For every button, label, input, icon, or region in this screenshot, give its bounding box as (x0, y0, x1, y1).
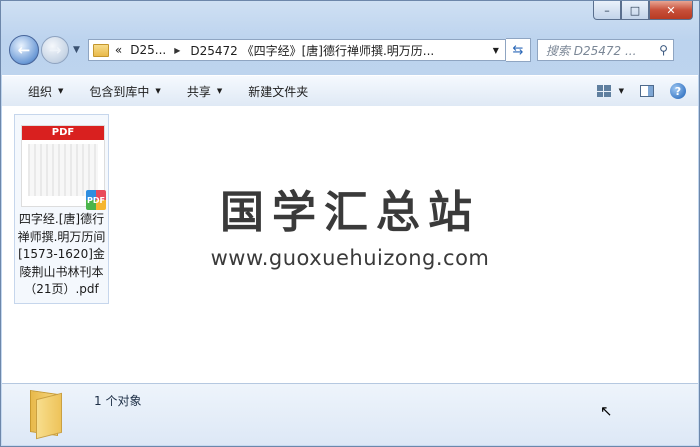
close-button[interactable]: ✕ (649, 1, 693, 20)
chevron-down-icon[interactable]: ▼ (619, 87, 624, 95)
navigation-bar: ← → ▼ « D25... ▶ D25472 《四字经》[唐]德行禅师撰.明万… (9, 35, 691, 65)
address-bar[interactable]: « D25... ▶ D25472 《四字经》[唐]德行禅师撰.明万历... ▼ (87, 39, 506, 61)
search-icon[interactable]: ⚲ (659, 43, 668, 57)
command-bar: 组织 ▼ 包含到库中 ▼ 共享 ▼ 新建文件夹 ▼ ? (2, 75, 698, 107)
breadcrumb-prefix[interactable]: « (115, 43, 122, 57)
minimize-button[interactable]: – (593, 1, 621, 20)
help-icon[interactable]: ? (670, 83, 686, 99)
watermark: 国学汇总站 www.guoxuehuizong.com (2, 176, 698, 270)
mouse-cursor-icon: ↖ (600, 402, 613, 420)
include-in-library-button[interactable]: 包含到库中 ▼ (89, 83, 160, 100)
explorer-window: – □ ✕ ← → ▼ « D25... ▶ D25472 《四字经》[唐]德行… (0, 0, 700, 447)
chevron-right-icon[interactable]: ▶ (174, 46, 180, 55)
include-in-library-label: 包含到库中 (89, 84, 150, 99)
pdf-label: PDF (22, 126, 104, 140)
maximize-button[interactable]: □ (621, 1, 649, 20)
watermark-title: 国学汇总站 (220, 187, 480, 238)
chevron-down-icon: ▼ (155, 87, 161, 95)
chevron-down-icon: ▼ (216, 87, 223, 95)
item-count: 1 个对象 (94, 394, 142, 408)
search-input[interactable]: 搜索 D25472 ... ⚲ (536, 39, 674, 61)
chevron-down-icon[interactable]: ▼ (493, 46, 499, 55)
breadcrumb-item-parent[interactable]: D25... (130, 43, 166, 57)
folder-icon (92, 43, 109, 57)
recent-pages-dropdown[interactable]: ▼ (73, 45, 80, 55)
share-button[interactable]: 共享 ▼ (187, 83, 222, 100)
organize-label: 组织 (28, 84, 53, 99)
watermark-url: www.guoxuehuizong.com (210, 246, 490, 270)
search-placeholder: 搜索 D25472 ... (545, 43, 637, 58)
new-folder-label: 新建文件夹 (248, 84, 309, 99)
preview-pane-icon[interactable] (640, 85, 654, 97)
breadcrumb-item-current[interactable]: D25472 《四字经》[唐]德行禅师撰.明万历... (190, 42, 434, 59)
window-controls: – □ ✕ (593, 1, 693, 20)
share-label: 共享 (186, 84, 211, 99)
forward-button[interactable]: → (41, 36, 69, 64)
file-list[interactable]: PDF PDF 四字经.[唐]德行禅师撰.明万历间[1573-1620]金陵荆山… (2, 106, 698, 383)
refresh-icon: ⇆ (512, 42, 524, 58)
view-controls: ▼ ? (581, 83, 686, 99)
refresh-button[interactable]: ⇆ (505, 38, 531, 62)
organize-button[interactable]: 组织 ▼ (28, 83, 63, 100)
back-button[interactable]: ← (9, 35, 39, 65)
details-pane: 1 个对象 ↖ (2, 383, 698, 445)
chevron-down-icon: ▼ (58, 87, 64, 95)
new-folder-button[interactable]: 新建文件夹 (248, 83, 308, 100)
change-view-icon[interactable] (596, 85, 611, 97)
folder-icon (30, 390, 62, 440)
